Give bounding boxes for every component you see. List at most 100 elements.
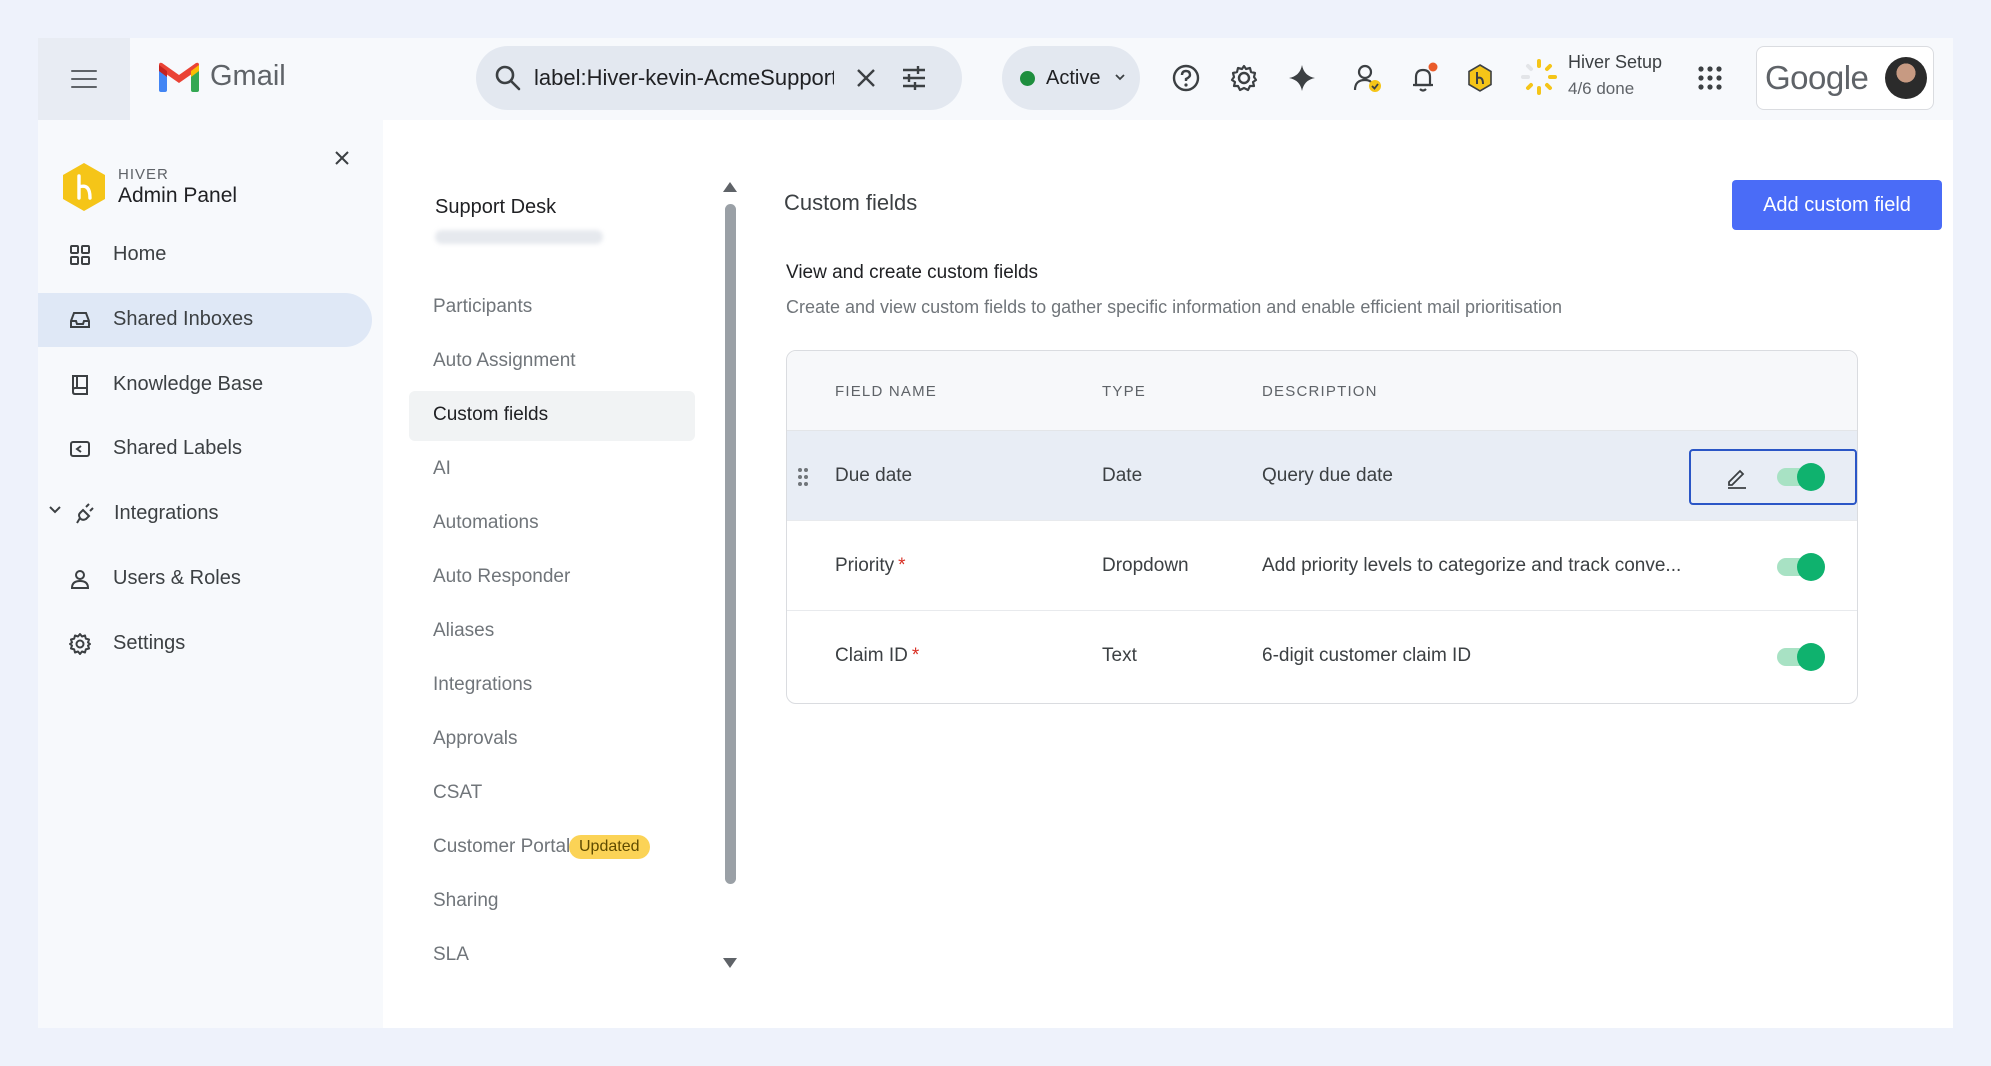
user-icon	[70, 570, 90, 589]
subnav-item-label: Approvals	[433, 728, 518, 749]
subnav-item-label: Auto Assignment	[433, 350, 576, 371]
subnav-item-label: CSAT	[433, 782, 483, 803]
subnav-item-sla[interactable]: SLA	[409, 931, 695, 981]
subnav-item-label: Sharing	[433, 890, 499, 911]
sidebar-item-label: Knowledge Base	[113, 373, 264, 395]
table-header: FIELD NAME TYPE DESCRIPTION	[787, 351, 1857, 431]
admin-sidebar: HIVER Admin Panel Home Shared Inboxes Kn…	[38, 120, 383, 1028]
required-marker: *	[911, 645, 920, 666]
search-options-icon[interactable]	[900, 64, 928, 92]
subnav-item-approvals[interactable]: Approvals	[409, 715, 695, 765]
subnav-item-customer-portal[interactable]: Customer Portal Updated	[409, 823, 695, 873]
custom-fields-table: FIELD NAME TYPE DESCRIPTION Due date Dat…	[786, 350, 1858, 704]
notifications-bell-icon[interactable]	[1406, 60, 1442, 96]
table-row[interactable]: Due date Date Query due date	[787, 431, 1857, 521]
subnav-item-ai[interactable]: AI	[409, 445, 695, 495]
status-dot	[1020, 71, 1035, 86]
hiver-logo-icon	[63, 163, 105, 211]
field-description: 6-digit customer claim ID	[1262, 645, 1472, 666]
sidebar-item-integrations[interactable]: Integrations	[38, 487, 372, 541]
field-type: Date	[1102, 465, 1143, 486]
field-description: Add priority levels to categorize and tr…	[1262, 555, 1682, 576]
column-header-type: TYPE	[1102, 383, 1146, 400]
subnav-item-auto-assignment[interactable]: Auto Assignment	[409, 337, 695, 387]
add-custom-field-button[interactable]: Add custom field	[1732, 180, 1942, 230]
book-icon	[72, 375, 88, 395]
field-enabled-toggle[interactable]	[1777, 461, 1825, 491]
inbox-email-blurred	[435, 230, 603, 244]
sidebar-item-label: Shared Inboxes	[113, 308, 254, 330]
field-enabled-toggle[interactable]	[1777, 641, 1825, 671]
gmail-m-icon	[159, 62, 199, 92]
custom-fields-content: Custom fields Add custom field View and …	[728, 120, 1953, 1028]
field-description: Query due date	[1262, 465, 1393, 486]
app-name: Gmail	[210, 60, 286, 92]
account-switcher[interactable]: Google	[1756, 46, 1934, 110]
grid-icon	[70, 245, 90, 265]
field-enabled-toggle[interactable]	[1777, 551, 1825, 581]
setup-status: 4/6 done	[1568, 79, 1635, 98]
sparkle-icon[interactable]	[1284, 60, 1320, 96]
avatar[interactable]	[1885, 57, 1927, 99]
subnav-item-participants[interactable]: Participants	[409, 283, 695, 333]
sidebar-item-knowledge-base[interactable]: Knowledge Base	[38, 358, 372, 412]
inbox-name: Support Desk	[435, 196, 557, 218]
subnav-item-automations[interactable]: Automations	[409, 499, 695, 549]
subnav-item-custom-fields[interactable]: Custom fields	[409, 391, 695, 441]
hamburger-icon	[71, 70, 97, 88]
gear-icon	[69, 633, 91, 655]
user-check-icon[interactable]	[1350, 60, 1386, 96]
subnav-item-integrations[interactable]: Integrations	[409, 661, 695, 711]
edit-pencil-icon[interactable]	[1725, 465, 1749, 489]
sidebar-item-label: Integrations	[114, 502, 219, 524]
field-name: Claim ID *	[835, 645, 920, 666]
brand-small-label: HIVER	[118, 166, 169, 183]
plug-icon	[76, 503, 94, 524]
sidebar-item-users-roles[interactable]: Users & Roles	[38, 552, 372, 606]
subnav-item-aliases[interactable]: Aliases	[409, 607, 695, 657]
main-panel: Support Desk Participants Auto Assignmen…	[383, 120, 1953, 1028]
chevron-down-icon	[1115, 74, 1125, 81]
field-name: Due date	[835, 465, 913, 486]
sidebar-item-shared-labels[interactable]: Shared Labels	[38, 422, 372, 476]
field-name: Priority *	[835, 555, 906, 576]
drag-handle-icon[interactable]	[797, 467, 809, 487]
section-heading: View and create custom fields	[786, 262, 1039, 283]
close-icon[interactable]	[854, 66, 878, 90]
status-label: Active	[1046, 67, 1101, 89]
help-icon[interactable]	[1168, 60, 1204, 96]
field-type: Dropdown	[1102, 555, 1189, 576]
sidebar-item-settings[interactable]: Settings	[38, 617, 372, 671]
sidebar-item-shared-inboxes[interactable]: Shared Inboxes	[38, 293, 372, 347]
field-type: Text	[1102, 645, 1137, 666]
search-icon[interactable]	[494, 64, 522, 92]
column-header-field-name: FIELD NAME	[835, 383, 938, 400]
subnav-item-label: Participants	[433, 296, 533, 317]
table-row[interactable]: Claim ID * Text 6-digit customer claim ID	[787, 611, 1857, 701]
subnav-item-sharing[interactable]: Sharing	[409, 877, 695, 927]
subnav-item-auto-responder[interactable]: Auto Responder	[409, 553, 695, 603]
page-title: Custom fields	[784, 190, 918, 215]
subnav-item-label: AI	[433, 458, 451, 479]
table-row[interactable]: Priority * Dropdown Add priority levels t…	[787, 521, 1857, 611]
close-icon[interactable]	[334, 150, 350, 166]
sidebar-item-label: Shared Labels	[113, 437, 242, 459]
search-input[interactable]: label:Hiver-kevin-AcmeSupport	[534, 65, 834, 91]
sidebar-item-home[interactable]: Home	[38, 228, 372, 282]
status-selector[interactable]: Active	[1002, 46, 1140, 110]
updated-badge: Updated	[569, 835, 650, 859]
subnav-item-csat[interactable]: CSAT	[409, 769, 695, 819]
gmail-logo[interactable]: Gmail	[158, 60, 286, 93]
main-menu-button[interactable]	[38, 38, 130, 120]
progress-ring-icon	[1521, 59, 1557, 95]
gear-icon[interactable]	[1226, 60, 1262, 96]
search-bar[interactable]: label:Hiver-kevin-AcmeSupport	[476, 46, 962, 110]
sidebar-item-label: Home	[113, 243, 167, 265]
chevron-down-icon[interactable]	[48, 505, 62, 515]
subnav-item-label: Aliases	[433, 620, 495, 641]
row-actions	[1689, 449, 1857, 505]
hiver-extension-icon[interactable]	[1462, 60, 1498, 96]
label-icon	[70, 441, 90, 457]
apps-grid-icon[interactable]	[1692, 60, 1728, 96]
inbox-icon	[70, 312, 90, 328]
